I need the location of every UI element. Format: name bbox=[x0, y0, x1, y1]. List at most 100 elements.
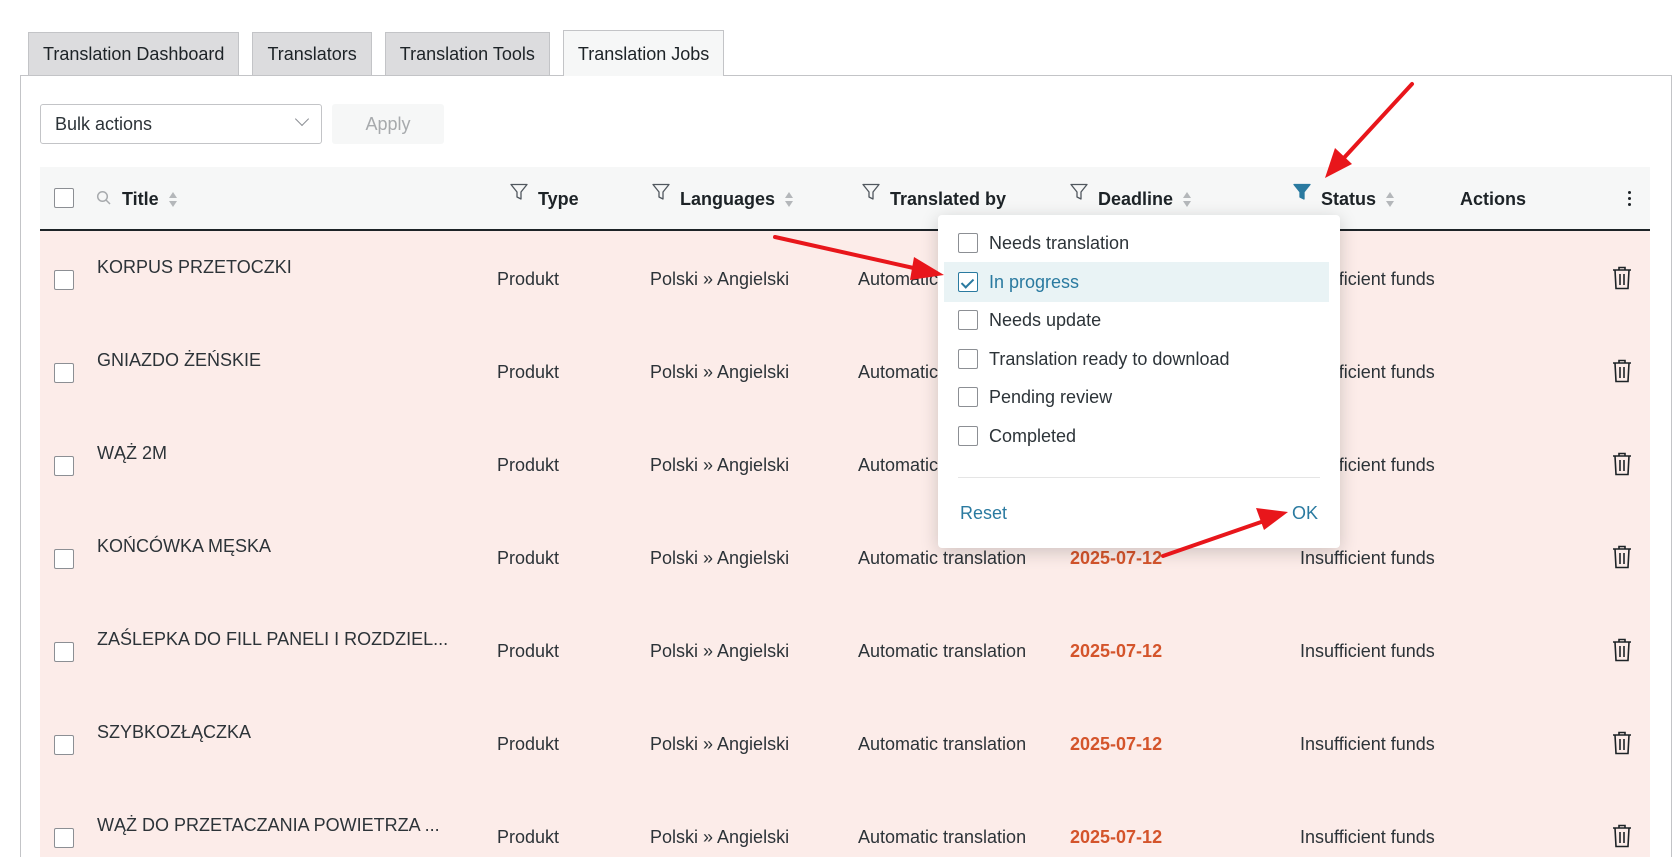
row-checkbox[interactable] bbox=[54, 270, 74, 290]
table-row: KOŃCÓWKA MĘSKA Produkt Polski » Angielski A… bbox=[40, 510, 1650, 603]
tab-translators[interactable]: Translators bbox=[252, 32, 372, 76]
trash-icon[interactable] bbox=[1612, 452, 1632, 476]
option-checkbox[interactable] bbox=[958, 233, 978, 253]
row-title[interactable]: KORPUS PRZETOCZKI bbox=[97, 257, 292, 278]
ok-filter-button[interactable]: OK bbox=[1292, 503, 1318, 524]
row-type: Produkt bbox=[497, 269, 560, 289]
option-label: Completed bbox=[989, 425, 1077, 446]
search-icon[interactable] bbox=[96, 190, 112, 206]
row-type: Produkt bbox=[497, 548, 560, 568]
trash-icon[interactable] bbox=[1612, 824, 1632, 848]
select-all-checkbox[interactable] bbox=[54, 188, 74, 208]
status-filter-option[interactable]: Needs update bbox=[944, 300, 1329, 340]
filter-icon[interactable] bbox=[510, 183, 528, 201]
column-actions: Actions bbox=[1460, 189, 1527, 209]
row-status: Insufficient funds bbox=[1300, 827, 1435, 847]
row-title[interactable]: GNIAZDO ŻEŃSKIE bbox=[97, 350, 261, 371]
row-checkbox[interactable] bbox=[54, 642, 74, 662]
tab-translation-tools[interactable]: Translation Tools bbox=[384, 32, 550, 76]
table-row: WĄŻ 2M Produkt Polski » Angielski Automatic… bbox=[40, 417, 1650, 510]
row-status: Insufficient funds bbox=[1300, 641, 1435, 661]
filter-active-icon[interactable] bbox=[1293, 183, 1311, 201]
status-filter-option[interactable]: Pending review bbox=[944, 377, 1329, 417]
sort-icon[interactable] bbox=[168, 192, 178, 208]
row-checkbox[interactable] bbox=[54, 456, 74, 476]
row-type: Produkt bbox=[497, 641, 560, 661]
sort-icon[interactable] bbox=[785, 192, 794, 208]
column-title-label: Title bbox=[122, 189, 159, 209]
trash-icon[interactable] bbox=[1612, 638, 1632, 662]
column-deadline-label: Deadline bbox=[1098, 189, 1174, 209]
row-status: Insufficient funds bbox=[1300, 548, 1435, 568]
tab-translation-dashboard[interactable]: Translation Dashboard bbox=[28, 32, 240, 76]
table-row: GNIAZDO ŻEŃSKIE Produkt Polski » Angielski… bbox=[40, 324, 1650, 417]
option-checkbox[interactable] bbox=[958, 387, 978, 407]
filter-icon[interactable] bbox=[652, 183, 670, 201]
table-header: Title Type Languages Translated by Deadl… bbox=[40, 167, 1650, 231]
trash-icon[interactable] bbox=[1612, 731, 1632, 755]
table-row: ZAŚLEPKA DO FILL PANELI I ROZDZIEL... Pro… bbox=[40, 603, 1650, 696]
column-type[interactable]: Type bbox=[510, 167, 579, 231]
table-row: KORPUS PRZETOCZKI Produkt Polski » Angiels… bbox=[40, 231, 1650, 324]
bulk-actions-select[interactable]: Bulk actions bbox=[40, 104, 322, 144]
option-checkbox[interactable] bbox=[958, 348, 978, 369]
option-label: Translation ready to download bbox=[989, 348, 1230, 369]
row-deadline: 2025-07-12 bbox=[1070, 641, 1163, 661]
row-checkbox[interactable] bbox=[54, 549, 74, 569]
row-languages: Polski » Angielski bbox=[650, 548, 790, 568]
row-title[interactable]: WĄŻ DO PRZETACZANIA POWIETRZA ... bbox=[97, 815, 440, 836]
row-translated-by: Automatic translation bbox=[858, 641, 1027, 661]
row-title[interactable]: KOŃCÓWKA MĘSKA bbox=[97, 536, 271, 557]
sort-icon[interactable] bbox=[1386, 192, 1395, 208]
reset-filter-button[interactable]: Reset bbox=[960, 503, 1007, 524]
row-translated-by: Automatic translation bbox=[858, 548, 1027, 568]
table-row: SZYBKOZŁĄCZKA Produkt Polski » Angielski Au… bbox=[40, 696, 1650, 789]
row-languages: Polski » Angielski bbox=[650, 455, 790, 475]
trash-icon[interactable] bbox=[1612, 266, 1632, 290]
row-checkbox[interactable] bbox=[54, 828, 74, 848]
status-filter-option[interactable]: Translation ready to download bbox=[944, 339, 1329, 379]
row-type: Produkt bbox=[497, 362, 560, 382]
kebab-icon[interactable] bbox=[1628, 189, 1632, 209]
option-checkbox[interactable] bbox=[958, 310, 978, 330]
filter-icon[interactable] bbox=[1070, 183, 1088, 201]
row-title[interactable]: SZYBKOZŁĄCZKA bbox=[97, 722, 251, 743]
jobs-table: Title Type Languages Translated by Deadl… bbox=[40, 167, 1650, 857]
row-title[interactable]: WĄŻ 2M bbox=[97, 443, 167, 464]
column-type-label: Type bbox=[538, 189, 579, 209]
row-type: Produkt bbox=[497, 455, 560, 475]
row-checkbox[interactable] bbox=[54, 735, 74, 755]
row-deadline: 2025-07-12 bbox=[1070, 827, 1163, 847]
row-languages: Polski » Angielski bbox=[650, 641, 790, 661]
row-checkbox[interactable] bbox=[54, 363, 74, 383]
table-body: KORPUS PRZETOCZKI Produkt Polski » Angiels… bbox=[40, 231, 1650, 857]
trash-icon[interactable] bbox=[1612, 545, 1632, 569]
chevron-down-icon bbox=[294, 111, 310, 127]
filter-icon[interactable] bbox=[862, 183, 880, 201]
column-status-label: Status bbox=[1321, 189, 1377, 209]
row-deadline: 2025-07-12 bbox=[1070, 734, 1163, 754]
table-row: WĄŻ DO PRZETACZANIA POWIETRZA ... Produkt… bbox=[40, 789, 1650, 857]
status-filter-option[interactable]: In progress bbox=[944, 261, 1329, 302]
status-filter-option[interactable]: Completed bbox=[944, 416, 1329, 456]
dropdown-divider bbox=[958, 477, 1320, 478]
option-label: Needs translation bbox=[989, 233, 1130, 253]
column-title[interactable]: Title bbox=[96, 167, 178, 231]
row-languages: Polski » Angielski bbox=[650, 827, 790, 847]
row-title[interactable]: ZAŚLEPKA DO FILL PANELI I ROZDZIEL... bbox=[97, 629, 448, 650]
sort-icon[interactable] bbox=[1183, 192, 1192, 208]
tab-bar: Translation Dashboard Translators Transl… bbox=[28, 30, 737, 76]
row-deadline: 2025-07-12 bbox=[1070, 548, 1163, 568]
row-languages: Polski » Angielski bbox=[650, 269, 790, 289]
trash-icon[interactable] bbox=[1612, 359, 1632, 383]
tab-translation-jobs[interactable]: Translation Jobs bbox=[562, 30, 725, 76]
option-label: Needs update bbox=[989, 310, 1102, 330]
apply-button[interactable]: Apply bbox=[332, 104, 444, 144]
option-checkbox[interactable] bbox=[958, 425, 978, 446]
row-type: Produkt bbox=[497, 734, 560, 754]
column-translated-by-label: Translated by bbox=[890, 189, 1007, 209]
status-filter-option[interactable]: Needs translation bbox=[944, 223, 1329, 263]
row-translated-by: Automatic translation bbox=[858, 734, 1027, 754]
column-languages[interactable]: Languages bbox=[652, 167, 794, 231]
row-translated-by: Automatic translation bbox=[858, 827, 1027, 847]
